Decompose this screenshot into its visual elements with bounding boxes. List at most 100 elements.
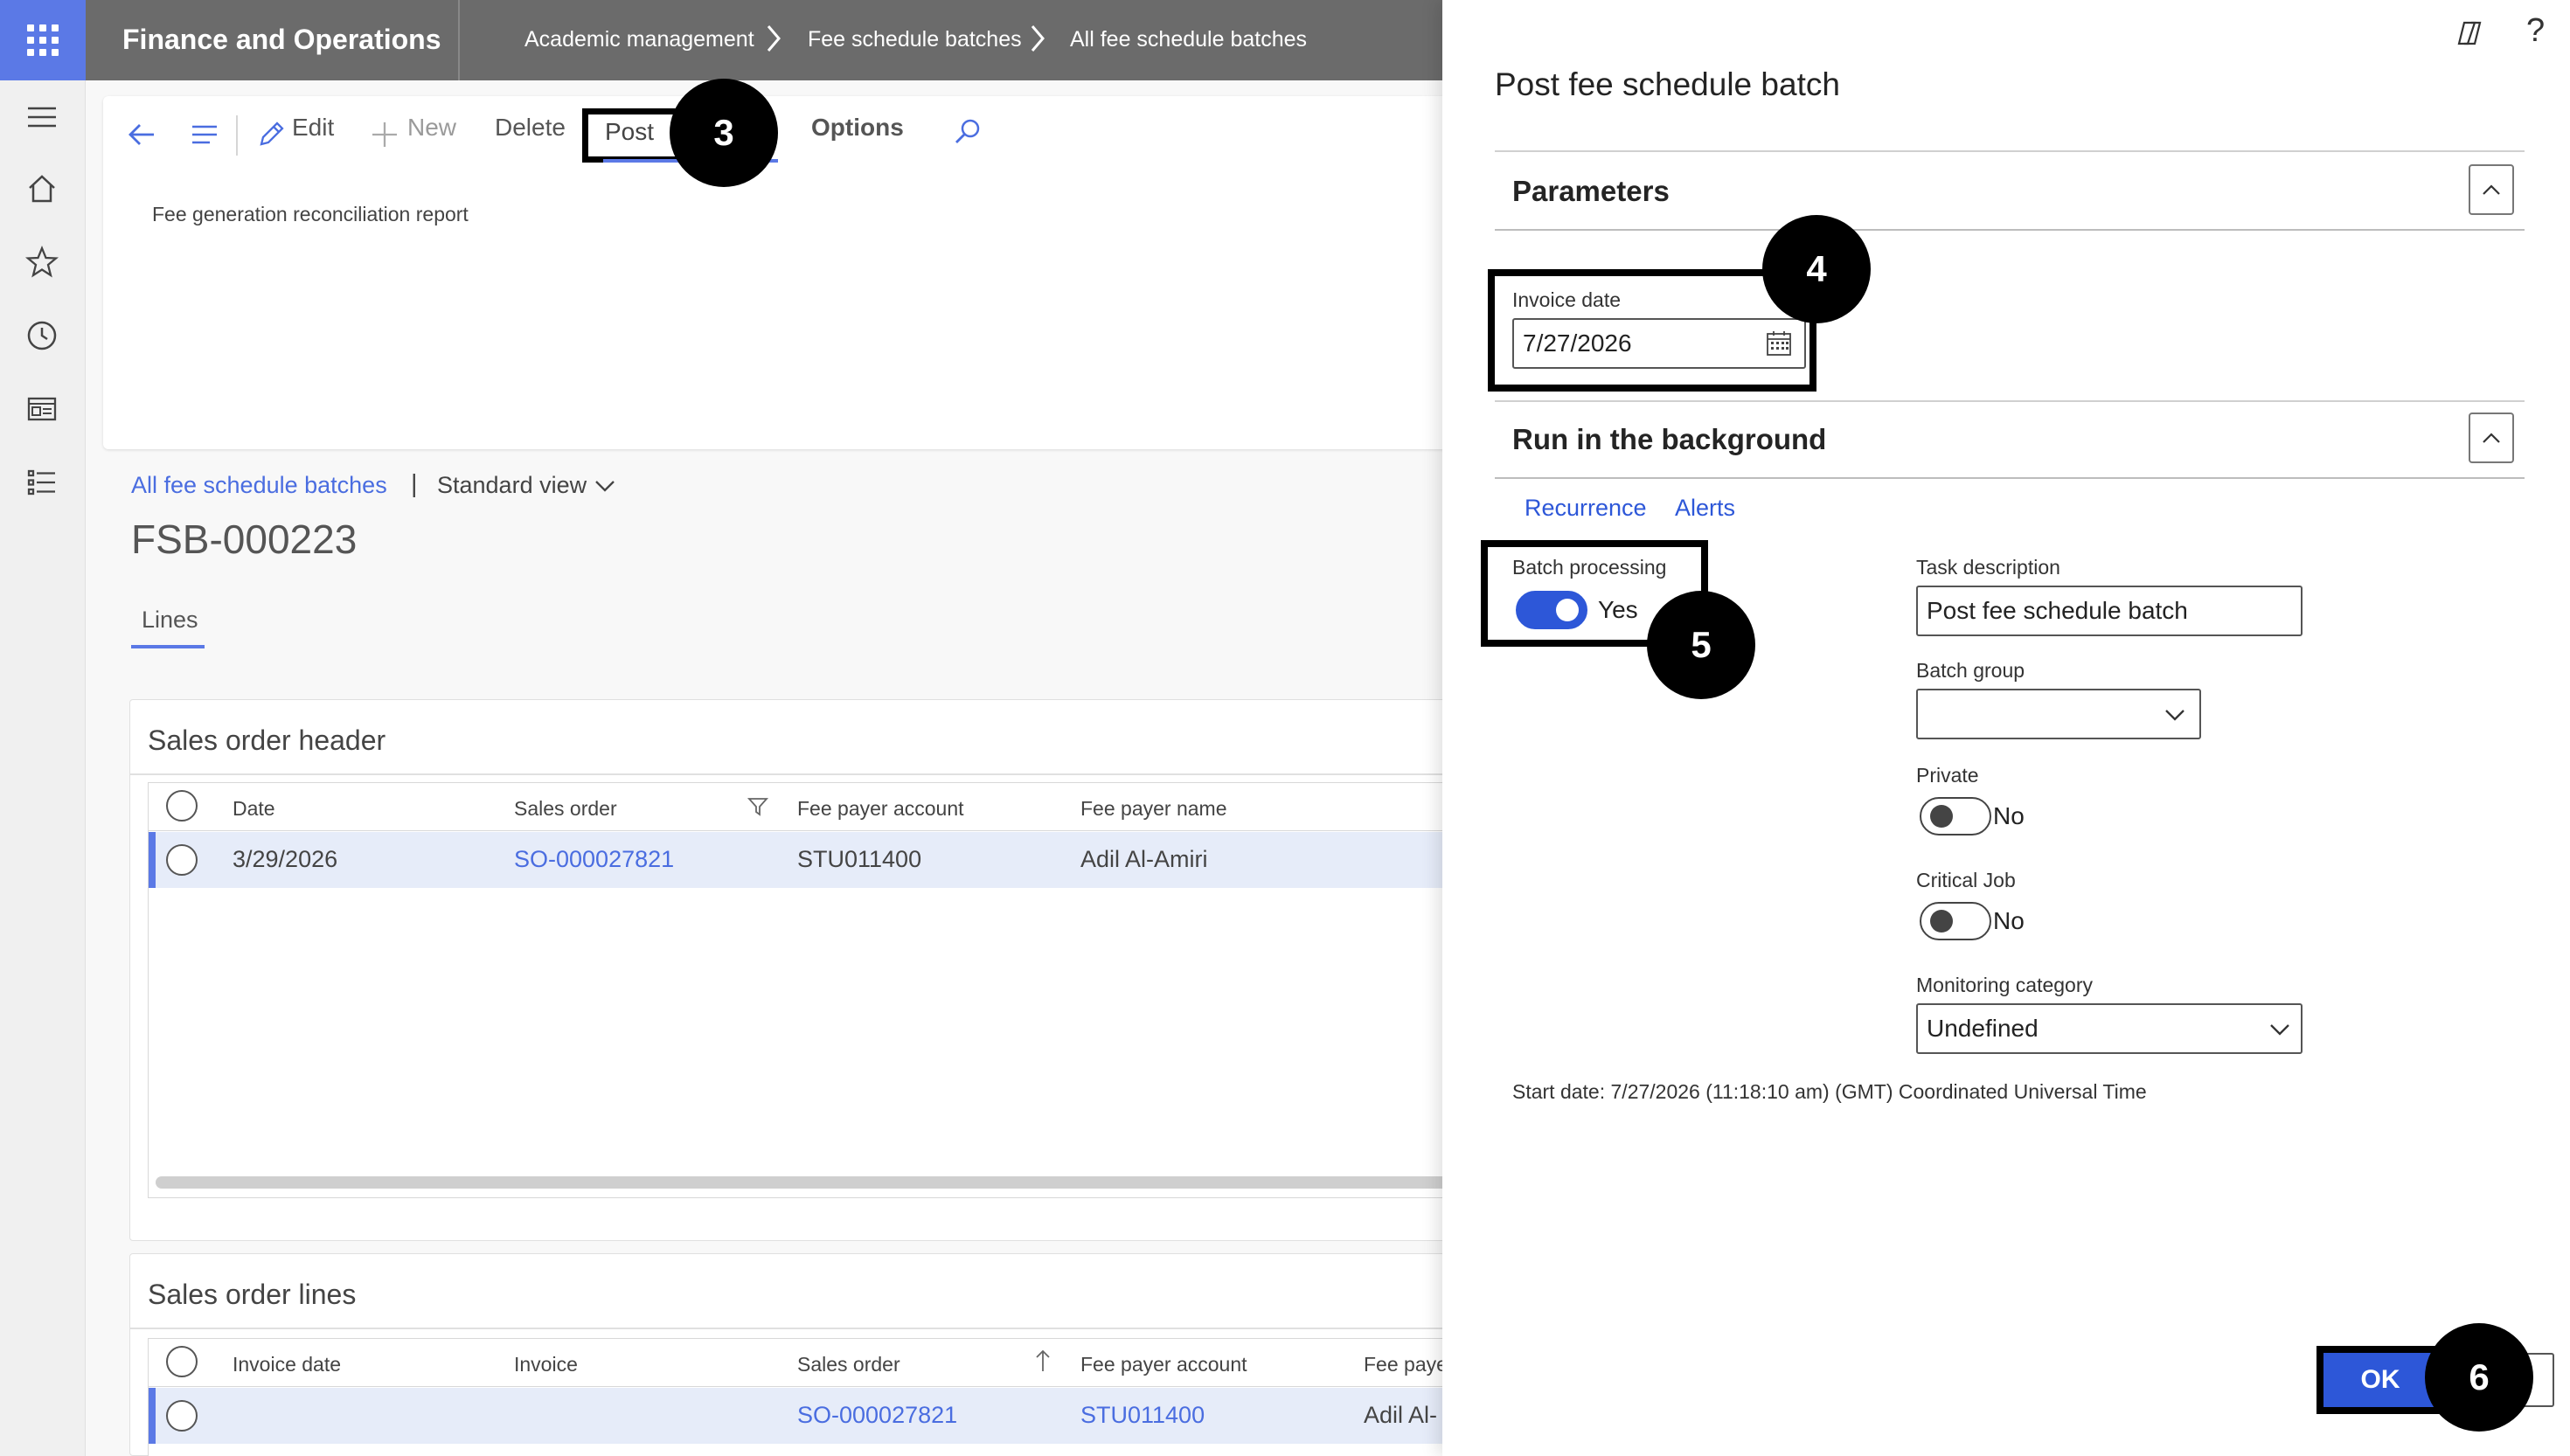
collapse-parameters-button[interactable] [2469, 164, 2514, 215]
monitoring-category-dropdown[interactable]: Undefined [1916, 1003, 2303, 1054]
chevron-down-icon[interactable] [593, 474, 617, 498]
page-title: FSB-000223 [131, 517, 358, 562]
private-label: Private [1916, 764, 1979, 787]
critical-job-value: No [1993, 907, 2025, 934]
batch-processing-label: Batch processing [1512, 556, 1667, 579]
post-fee-schedule-dialog: ? Post fee schedule batch Parameters Inv… [1442, 0, 2570, 1456]
batch-group-dropdown[interactable] [1916, 689, 2201, 739]
cell-sales-order-link[interactable]: SO-000027821 [797, 1402, 957, 1429]
new-button[interactable]: New [407, 114, 456, 142]
batch-processing-toggle[interactable] [1516, 591, 1587, 629]
copilot-icon[interactable] [2452, 16, 2487, 51]
app-title: Finance and Operations [122, 24, 441, 55]
section-title: Sales order header [148, 725, 386, 756]
list-view-icon[interactable] [187, 117, 222, 152]
column-header-fee-payer-account[interactable]: Fee payer account [797, 797, 964, 821]
sort-ascending-icon[interactable] [1033, 1348, 1052, 1374]
tab-underline [131, 645, 205, 648]
step-badge-5: 5 [1647, 591, 1755, 699]
home-icon[interactable] [23, 170, 61, 208]
monitoring-category-value: Undefined [1927, 1015, 2039, 1042]
invoice-date-value: 7/27/2026 [1523, 329, 1632, 357]
run-in-background-heading[interactable]: Run in the background [1512, 423, 1826, 456]
tab-recurrence[interactable]: Recurrence [1525, 495, 1647, 522]
header-grid: Date Sales order Fee payer account Fee p… [148, 782, 1469, 1198]
edit-button[interactable]: Edit [292, 114, 334, 142]
calendar-icon[interactable] [1764, 329, 1794, 358]
select-all-radio[interactable] [166, 790, 198, 822]
cell-fee-payer-name: Adil Al-Amiri [1080, 846, 1208, 872]
table-row[interactable]: SO-000027821 STU011400 Adil Al- [149, 1388, 1469, 1444]
monitoring-category-label: Monitoring category [1916, 974, 2093, 996]
help-button[interactable]: ? [2526, 12, 2545, 50]
fee-report-button[interactable]: Fee generation reconciliation report [152, 203, 469, 226]
divider [1495, 150, 2525, 152]
column-header-sales-order[interactable]: Sales order [514, 797, 617, 821]
start-date-text: Start date: 7/27/2026 (11:18:10 am) (GMT… [1512, 1080, 2147, 1103]
row-select-radio[interactable] [166, 844, 198, 876]
divider [1495, 400, 2525, 402]
column-header-invoice[interactable]: Invoice [514, 1353, 578, 1376]
cell-fee-payer-account: STU011400 [797, 846, 922, 872]
hamburger-menu-icon[interactable] [23, 98, 61, 136]
tab-lines[interactable]: Lines [142, 607, 198, 634]
critical-job-toggle[interactable] [1920, 902, 1991, 940]
lines-grid: Invoice date Invoice Sales order Fee pay… [148, 1338, 1469, 1456]
cell-sales-order-link[interactable]: SO-000027821 [514, 846, 674, 873]
task-description-field[interactable]: Post fee schedule batch [1916, 586, 2303, 636]
chevron-up-icon [2483, 184, 2500, 195]
horizontal-scrollbar[interactable] [156, 1176, 1469, 1189]
collapse-background-button[interactable] [2469, 413, 2514, 463]
toggle-knob [1556, 599, 1579, 621]
column-header-fee-payer-account[interactable]: Fee payer account [1080, 1353, 1247, 1376]
divider [236, 115, 238, 156]
private-toggle[interactable] [1920, 797, 1991, 835]
column-header-fee-payer-name[interactable]: Fee paye [1364, 1353, 1448, 1376]
filter-icon[interactable] [747, 795, 769, 818]
batch-processing-value: Yes [1598, 596, 1638, 623]
app-launcher-button[interactable] [0, 0, 86, 80]
options-button[interactable]: Options [811, 114, 904, 142]
breadcrumb-academic-management[interactable]: Academic management [524, 0, 754, 80]
breadcrumb-all-fee-schedule-batches[interactable]: All fee schedule batches [1070, 0, 1307, 80]
chevron-right-icon [1031, 25, 1045, 52]
column-header-invoice-date[interactable]: Invoice date [233, 1353, 341, 1376]
clock-icon[interactable] [23, 316, 61, 355]
divider [458, 0, 460, 80]
parameters-heading[interactable]: Parameters [1512, 175, 1670, 208]
breadcrumb-list-link[interactable]: All fee schedule batches [131, 472, 387, 499]
select-all-radio[interactable] [166, 1346, 198, 1377]
waffle-icon [27, 24, 59, 56]
workspace-icon[interactable] [23, 390, 61, 428]
divider [1495, 229, 2525, 231]
column-header-fee-payer-name[interactable]: Fee payer name [1080, 797, 1226, 821]
divider [149, 830, 1469, 831]
task-description-label: Task description [1916, 556, 2060, 579]
divider [130, 773, 1468, 775]
tab-alerts[interactable]: Alerts [1675, 495, 1735, 522]
post-button[interactable]: Post [605, 118, 654, 146]
breadcrumb-fee-schedule-batches[interactable]: Fee schedule batches [808, 0, 1022, 80]
cell-fee-payer-account-link[interactable]: STU011400 [1080, 1402, 1205, 1429]
cell-date: 3/29/2026 [233, 846, 338, 872]
chevron-down-icon [2165, 710, 2184, 721]
row-selected-indicator [149, 832, 156, 888]
column-header-sales-order[interactable]: Sales order [797, 1353, 900, 1376]
star-icon[interactable] [23, 243, 61, 281]
chevron-right-icon [767, 25, 781, 52]
action-pane [103, 96, 1467, 449]
divider [1495, 477, 2525, 479]
row-select-radio[interactable] [166, 1400, 198, 1432]
invoice-date-field[interactable]: 7/27/2026 [1512, 318, 1806, 369]
modules-list-icon[interactable] [23, 463, 61, 502]
search-icon[interactable] [949, 115, 984, 150]
delete-button[interactable]: Delete [495, 114, 566, 142]
column-header-date[interactable]: Date [233, 797, 275, 821]
breadcrumb-separator: | [411, 470, 418, 498]
step-badge-6: 6 [2425, 1323, 2533, 1432]
back-arrow-icon[interactable] [124, 117, 159, 152]
step-badge-4: 4 [1762, 215, 1871, 323]
section-title: Sales order lines [148, 1279, 357, 1310]
view-selector[interactable]: Standard view [437, 472, 587, 499]
table-row[interactable]: 3/29/2026 SO-000027821 STU011400 Adil Al… [149, 832, 1469, 888]
